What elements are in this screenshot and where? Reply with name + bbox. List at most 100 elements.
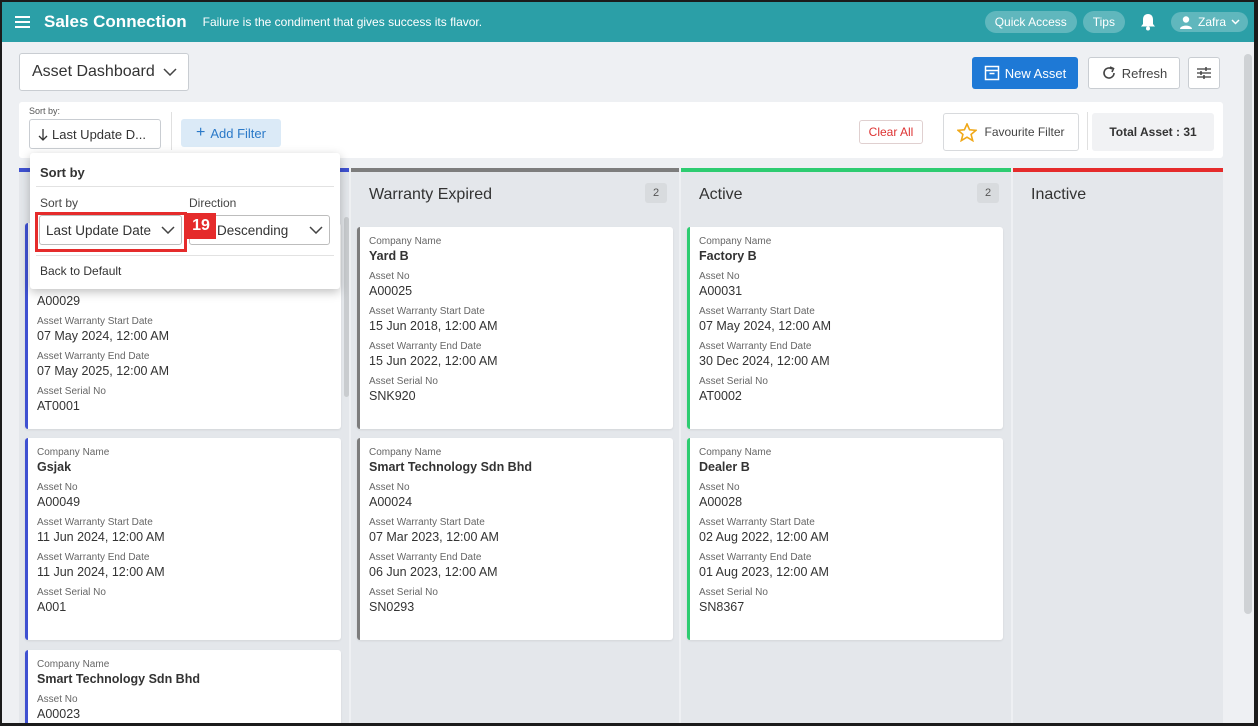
direction-select-value: Descending [217, 222, 289, 238]
user-name: Zafra [1197, 15, 1226, 29]
asset-no: A00031 [699, 284, 743, 298]
column-count-badge: 2 [977, 183, 999, 203]
field-label: Asset Serial No [699, 376, 768, 387]
column-scrollbar[interactable] [344, 217, 349, 397]
serial-no: AT0001 [37, 399, 80, 413]
asset-card[interactable]: Company Name Smart Technology Sdn Bhd As… [25, 650, 341, 723]
add-filter-label: Add Filter [210, 125, 266, 141]
asset-card[interactable]: Company Name Factory B Asset No A00031 A… [687, 227, 1003, 429]
company-name: Dealer B [699, 460, 750, 474]
warranty-end: 30 Dec 2024, 12:00 AM [699, 354, 830, 368]
column-active: Active 2 Company Name Factory B Asset No… [681, 168, 1011, 723]
page-scrollbar[interactable] [1244, 54, 1252, 614]
field-label: Asset Warranty Start Date [369, 306, 485, 317]
company-name: Smart Technology Sdn Bhd [369, 460, 532, 474]
field-label: Asset Warranty End Date [699, 341, 812, 352]
field-label: Company Name [37, 659, 110, 670]
chevron-down-icon [309, 226, 323, 234]
user-icon [1179, 16, 1192, 29]
field-label: Asset Serial No [37, 386, 106, 397]
column-count-badge: 2 [645, 183, 667, 203]
field-label: Company Name [369, 447, 442, 458]
warranty-start: 07 May 2024, 12:00 AM [699, 319, 832, 333]
field-label: Asset No [699, 271, 740, 282]
column-color-bar [681, 168, 1011, 172]
field-label: Asset Serial No [369, 587, 438, 598]
tagline: Failure is the condiment that gives succ… [202, 15, 483, 29]
field-label: Asset No [369, 271, 410, 282]
asset-card[interactable]: Company Name Smart Technology Sdn Bhd As… [357, 438, 673, 640]
new-asset-button[interactable]: New Asset [972, 57, 1078, 89]
app-frame: Sales Connection Failure is the condimen… [2, 2, 1254, 723]
company-name: Gsjak [37, 460, 72, 474]
warranty-end: 11 Jun 2024, 12:00 AM [37, 565, 165, 579]
sort-popup-title: Sort by [40, 165, 85, 180]
dashboard-select-label: Asset Dashboard [32, 63, 155, 80]
field-label: Asset No [37, 482, 78, 493]
divider [1087, 112, 1088, 150]
warranty-start: 07 May 2024, 12:00 AM [37, 329, 170, 343]
field-label: Asset Warranty End Date [37, 351, 150, 362]
field-label: Asset No [699, 482, 740, 493]
field-label: Asset Warranty End Date [369, 341, 482, 352]
field-label: Asset Warranty End Date [37, 552, 150, 563]
field-label: Company Name [37, 447, 110, 458]
quick-access-button[interactable]: Quick Access [984, 11, 1077, 33]
asset-card[interactable]: Company Name Gsjak Asset No A00049 Asset… [25, 438, 341, 640]
highlight-box [35, 212, 187, 252]
column-color-bar [351, 168, 679, 172]
chevron-down-icon [1231, 19, 1240, 25]
bell-icon[interactable] [1137, 11, 1159, 33]
serial-no: A001 [37, 600, 67, 614]
warranty-end: 15 Jun 2022, 12:00 AM [369, 354, 498, 368]
top-bar: Sales Connection Failure is the condimen… [2, 2, 1254, 42]
asset-no: A00024 [369, 495, 413, 509]
plus-icon: + [196, 124, 206, 141]
serial-no: SN0293 [369, 600, 415, 614]
field-label: Asset No [369, 482, 410, 493]
filter-bar: Sort by: Last Update D... + Add Filter C… [19, 102, 1223, 158]
asset-no: A00049 [37, 495, 81, 509]
warranty-end: 07 May 2025, 12:00 AM [37, 364, 170, 378]
user-menu[interactable]: Zafra [1170, 12, 1248, 32]
asset-no: A00025 [369, 284, 413, 298]
field-label: Asset Warranty End Date [369, 552, 482, 563]
brand-title[interactable]: Sales Connection [44, 12, 187, 32]
direction-field-label: Direction [189, 196, 237, 210]
serial-no: SNK920 [369, 389, 416, 403]
asset-card[interactable]: Company Name Dealer B Asset No A00028 As… [687, 438, 1003, 640]
field-label: Asset Warranty Start Date [37, 517, 153, 528]
clear-all-button[interactable]: Clear All [859, 120, 923, 144]
menu-icon[interactable] [2, 2, 42, 42]
asset-no: A00023 [37, 707, 81, 721]
field-label: Asset Warranty Start Date [699, 517, 815, 528]
refresh-button[interactable]: Refresh [1088, 57, 1180, 89]
sort-by-field-label: Sort by [40, 196, 79, 210]
field-label: Asset Warranty Start Date [369, 517, 485, 528]
divider [36, 186, 334, 187]
total-asset-badge: Total Asset : 31 [1092, 113, 1214, 151]
field-label: Asset Warranty Start Date [37, 316, 153, 327]
settings-sliders-icon[interactable] [1188, 57, 1220, 89]
company-name: Yard B [369, 249, 409, 263]
field-label: Company Name [699, 236, 772, 247]
field-label: Asset Serial No [37, 587, 106, 598]
field-label: Asset Serial No [699, 587, 768, 598]
tips-button[interactable]: Tips [1082, 11, 1125, 33]
warranty-start: 02 Aug 2022, 12:00 AM [699, 530, 829, 544]
add-filter-button[interactable]: + Add Filter [181, 119, 281, 147]
company-name: Smart Technology Sdn Bhd [37, 672, 200, 686]
back-to-default-link[interactable]: Back to Default [40, 264, 121, 278]
favourite-filter-button[interactable]: Favourite Filter [943, 113, 1079, 151]
field-label: Company Name [699, 447, 772, 458]
archive-icon [984, 65, 1000, 81]
sort-by-value: Last Update D... [52, 126, 146, 142]
column-title: Active [699, 186, 743, 203]
dashboard-select[interactable]: Asset Dashboard [19, 53, 189, 91]
arrow-down-icon [38, 128, 48, 141]
sort-by-button[interactable]: Last Update D... [29, 119, 161, 149]
company-name: Factory B [699, 249, 757, 263]
column-title: Warranty Expired [369, 186, 492, 203]
warranty-end: 06 Jun 2023, 12:00 AM [369, 565, 498, 579]
asset-card[interactable]: Company Name Yard B Asset No A00025 Asse… [357, 227, 673, 429]
